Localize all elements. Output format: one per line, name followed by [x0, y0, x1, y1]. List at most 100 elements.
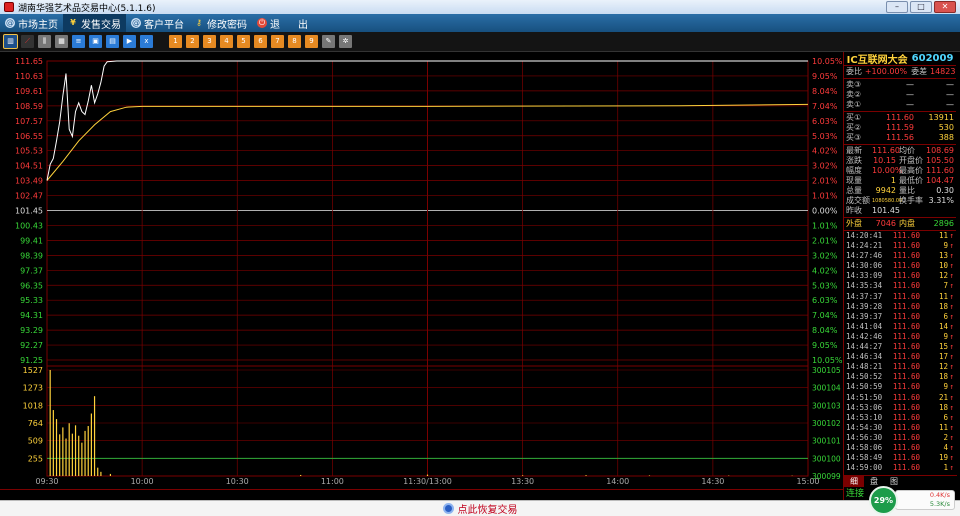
trade-price: 111.60 [892, 342, 920, 352]
trade-time: 14:37:37 [846, 291, 883, 301]
list-icon[interactable]: ≡ [72, 35, 85, 48]
price-tick-label: 110.63 [15, 72, 43, 81]
quote-value: 1080580.00 [872, 198, 903, 204]
price-tick-label: 93.29 [20, 326, 43, 335]
close-button[interactable]: ✕ [934, 1, 956, 13]
quote-label: 成交额 [846, 196, 870, 205]
trade-row: 14:20:41 111.60 11 ↑ [844, 231, 956, 241]
waipan-label: 外盘 [846, 219, 862, 228]
close-panel-icon[interactable]: x [140, 35, 153, 48]
up-arrow-icon: ↑ [949, 231, 954, 240]
candlestick-icon[interactable]: ⫼ [38, 35, 51, 48]
trade-price: 111.60 [892, 402, 920, 412]
minimize-button[interactable]: – [886, 1, 908, 13]
edit-icon[interactable]: ✎ [322, 35, 335, 48]
trade-volume: 14 [938, 321, 948, 331]
menu-exit[interactable]: ⏻ 退 出 [252, 14, 313, 32]
trade-volume: 4 [943, 442, 948, 452]
volume-tick-label: 255 [28, 454, 43, 463]
ask-label: 卖② [846, 90, 862, 99]
weibi-label: 委比 [846, 67, 862, 76]
order-ratio-row: 委比 +100.00% 委差 14823 [844, 67, 956, 77]
volume-tick-label: 1018 [23, 401, 43, 410]
ask-section: 卖③ — — 卖② — — 卖① — — [844, 79, 956, 112]
tab-detail[interactable]: 细 [844, 476, 864, 487]
bar-chart-icon[interactable]: ▥ [3, 34, 18, 49]
quote-label: 换手率 [899, 196, 923, 205]
network-monitor[interactable]: 0.4K/s 5.3K/s 29% [869, 486, 957, 515]
bid-section: 买① 111.60 13911 买② 111.59 530 买③ 111.56 388 [844, 112, 956, 145]
window-controls: – □ ✕ [886, 1, 956, 13]
trade-price: 111.60 [892, 453, 920, 463]
stock-code: 602009 [911, 53, 954, 64]
line-chart-icon[interactable]: ⟋ [21, 35, 34, 48]
menu-issue-trading[interactable]: ¥ 发售交易 [63, 14, 126, 32]
pct-tick-label: 4.02% [812, 266, 838, 275]
window-icon[interactable]: ▣ [89, 35, 102, 48]
quote-value: 10.15 [873, 156, 896, 165]
outer-inner-volume: 外盘 7046 内盘 2896 [844, 218, 956, 231]
menu-market-home[interactable]: @ 市场主页 [0, 14, 63, 32]
tool-8-icon[interactable]: 8 [288, 35, 301, 48]
trade-price: 111.60 [892, 442, 920, 452]
menu-change-password[interactable]: ⚷ 修改密码 [189, 14, 252, 32]
up-arrow-icon: ↑ [949, 412, 954, 422]
menu-label: 客户平台 [144, 19, 184, 31]
volume-tick-label: 1527 [23, 366, 43, 375]
quote-row: 总量 9942 量比 0.30 [844, 186, 956, 196]
gear-icon[interactable]: ✲ [339, 35, 352, 48]
waipan-value: 7046 [875, 219, 896, 228]
trade-row: 14:35:34 111.60 7 ↑ [844, 281, 956, 291]
next-icon[interactable]: ▶ [123, 35, 136, 48]
trade-time: 14:51:50 [846, 392, 883, 402]
intraday-chart[interactable]: 111.65 10.05% 110.63 9.05% 109.61 8.04% 108.59… [0, 52, 843, 489]
grid-icon[interactable]: ▤ [106, 35, 119, 48]
price-tick-label: 109.61 [15, 87, 43, 96]
tool-9-icon[interactable]: 9 [305, 35, 318, 48]
menu-client-platform[interactable]: @ 客户平台 [126, 14, 189, 32]
up-arrow-icon: ↑ [949, 463, 954, 473]
up-arrow-icon: ↑ [949, 281, 954, 291]
pct-tick-label: 7.04% [812, 311, 838, 320]
up-arrow-icon: ↑ [949, 352, 954, 362]
restore-trading-button[interactable]: 点此恢复交易 [0, 500, 960, 516]
trade-volume: 9 [943, 241, 948, 251]
quote-panel: IC互联网大会 602009 委比 +100.00% 委差 14823 卖③ — —… [843, 52, 957, 500]
ask-volume: — [946, 80, 954, 89]
price-tick-label: 99.41 [20, 236, 43, 245]
trade-time: 14:54:30 [846, 422, 883, 432]
tool-4-icon[interactable]: 4 [220, 35, 233, 48]
trade-row: 14:27:46 111.60 13 ↑ [844, 251, 956, 261]
ask-volume: — [946, 100, 954, 109]
tool-5-icon[interactable]: 5 [237, 35, 250, 48]
tool-3-icon[interactable]: 3 [203, 35, 216, 48]
price-tick-label: 100.43 [15, 221, 43, 230]
trade-row: 14:46:34 111.60 17 ↑ [844, 352, 956, 362]
menu-label: 修改密码 [207, 19, 247, 31]
price-tick-label: 98.39 [20, 251, 43, 260]
trade-row: 14:48:21 111.60 12 ↑ [844, 362, 956, 372]
trade-row: 14:59:00 111.60 1 ↑ [844, 463, 956, 473]
pct-tick-label: 8.04% [812, 87, 838, 96]
price-tick-label: 108.59 [15, 102, 43, 111]
tool-2-icon[interactable]: 2 [186, 35, 199, 48]
up-arrow-icon: ↑ [949, 331, 954, 341]
volume-tick-label: 764 [28, 419, 43, 428]
tool-6-icon[interactable]: 6 [254, 35, 267, 48]
price-tick-label: 102.47 [15, 192, 43, 201]
trade-ticks: 14:20:41 111.60 11 ↑ 14:24:21 111.60 9 ↑ 14:27:4… [844, 231, 956, 473]
maximize-button[interactable]: □ [910, 1, 932, 13]
calendar-icon[interactable]: ▦ [55, 35, 68, 48]
bid-row: 买② 111.59 530 [844, 123, 956, 133]
tool-1-icon[interactable]: 1 [169, 35, 182, 48]
quote-value: 105.50 [926, 156, 954, 165]
volume-right-label: 300100 [812, 454, 841, 463]
tool-7-icon[interactable]: 7 [271, 35, 284, 48]
order-ratio-section: 委比 +100.00% 委差 14823 [844, 66, 956, 79]
trade-price: 111.60 [892, 382, 920, 392]
quote-value: 108.69 [926, 146, 954, 155]
quote-label: 涨跌 [846, 156, 862, 165]
pct-tick-label: 8.04% [812, 326, 838, 335]
quote-value: 104.47 [926, 176, 954, 185]
trade-row: 14:50:52 111.60 18 ↑ [844, 372, 956, 382]
